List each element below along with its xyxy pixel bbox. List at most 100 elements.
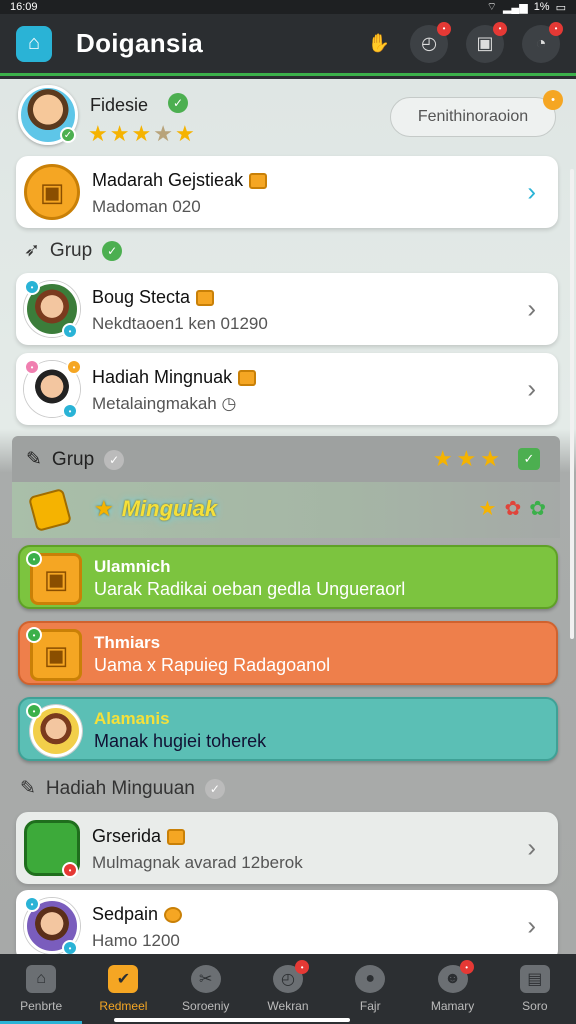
nav-label: Redmeel xyxy=(99,999,148,1013)
scrollbar[interactable] xyxy=(570,169,574,639)
nav-label: Fajr xyxy=(359,999,381,1013)
nav-item-tools[interactable]: ✂ Soroeniy xyxy=(165,954,247,1024)
highlight-banner[interactable]: ★ Minguiak ★ ✿ ✿ xyxy=(12,482,560,538)
profile-header: ✓ Fidesie ✓ ★ ★ ★ ★ ★ Fenithinoraoion • xyxy=(18,85,563,151)
message-icon[interactable]: ◔ • xyxy=(522,21,563,63)
gift-icon xyxy=(196,289,215,306)
checkbox-icon[interactable]: ✓ xyxy=(518,448,540,470)
item-subtitle: Hamo 1200 xyxy=(92,931,180,950)
chevron-right-icon[interactable]: › xyxy=(527,294,536,325)
compass-icon[interactable]: ◴ • xyxy=(410,21,451,63)
item-title: Sedpain xyxy=(92,904,159,924)
status-time: 16:09 xyxy=(10,1,38,13)
status-bar: 16:09 ⌔ ▂▄▆ 1% ▭ xyxy=(0,0,576,14)
nav-label: Soroeniy xyxy=(182,999,230,1013)
item-subtitle: Nekdtaoen1 ken 01290 xyxy=(92,314,268,333)
battery-level: 1% xyxy=(533,1,550,13)
section-header: ➶ Grup ✓ xyxy=(24,239,123,262)
nav-label: Wekran xyxy=(267,999,309,1013)
hand-icon[interactable]: ✋ xyxy=(366,25,392,63)
notification-dot: • xyxy=(493,21,507,36)
treasure-box-icon: ▣ xyxy=(24,164,80,220)
gift-icon xyxy=(167,828,186,845)
list-item[interactable]: • Alamanis Manak hugiei toherek xyxy=(18,697,558,761)
coin-icon xyxy=(164,906,183,923)
nav-item-explore[interactable]: ◴ • Wekran xyxy=(247,954,329,1024)
notification-badge-icon: • xyxy=(543,90,563,110)
badge-icon: • xyxy=(62,862,78,878)
clipboard-icon: ✔ xyxy=(108,965,139,993)
item-title: Madarah Gejstieak xyxy=(92,170,244,190)
pin-icon: ✎ xyxy=(26,449,42,470)
rating-stars: ★ ★ ★ ★ ★ xyxy=(88,121,195,147)
gift-icon xyxy=(238,369,257,386)
list-item[interactable]: ▣ • Thmiars Uama x Rapuieg Radagoanol xyxy=(18,621,558,685)
list-item[interactable]: ▣ • Ulamnich Uarak Radikai oeban gedla U… xyxy=(18,545,558,609)
verified-check-icon: ✓ xyxy=(204,778,225,799)
nav-item-chat[interactable]: ● Fajr xyxy=(329,954,411,1024)
key-icon xyxy=(27,487,73,533)
chat-bubble-icon: ● xyxy=(355,965,386,993)
verified-check-icon: ✓ xyxy=(104,449,125,470)
item-title: Alamanis xyxy=(94,709,170,728)
nav-item-home[interactable]: ⌂ Penbrte xyxy=(0,954,82,1024)
nav-item-more[interactable]: ▤ Soro xyxy=(494,954,576,1024)
rating-stars: ★★★ xyxy=(432,446,504,471)
app-title: Doigansia xyxy=(76,28,203,58)
star-icon: ★ xyxy=(88,121,108,146)
nav-label: Penbrte xyxy=(20,999,63,1013)
nav-item-profile[interactable]: ☻ • Mamary xyxy=(411,954,493,1024)
home-icon: ⌂ xyxy=(26,965,57,993)
list-item[interactable]: • • Boug Stecta Nekdtaoen1 ken 01290 › xyxy=(16,273,558,345)
item-title: Boug Stecta xyxy=(92,287,191,307)
item-subtitle: Mulmagnak avarad 12berok xyxy=(92,853,303,872)
profile-name: Fidesie xyxy=(90,95,149,115)
star-icon: ★ xyxy=(94,496,114,521)
group-label: Grup xyxy=(51,448,95,470)
bottom-nav: ⌂ Penbrte ✔ Redmeel ✂ Soroeniy ◴ • Wekra… xyxy=(0,954,576,1024)
section-label: Hadiah Minguuan xyxy=(45,777,195,799)
item-subtitle: Uarak Radikai oeban gedla Ungueraorl xyxy=(94,579,406,599)
banner-label: Minguiak xyxy=(121,496,218,521)
signal-icon: ▂▄▆ xyxy=(502,1,528,14)
badge-icon: • xyxy=(24,896,40,912)
verified-check-icon: ✓ xyxy=(168,93,188,113)
chevron-right-icon[interactable]: › xyxy=(527,374,536,405)
list-item[interactable]: • Grserida Mulmagnak avarad 12berok › xyxy=(16,812,558,884)
item-title: Hadiah Mingnuak xyxy=(92,367,233,387)
chevron-right-icon[interactable]: › xyxy=(527,177,536,208)
item-subtitle: Metalaingmakah xyxy=(92,394,217,413)
star-icon: ★ xyxy=(478,498,497,520)
chevron-right-icon[interactable]: › xyxy=(527,833,536,864)
home-logo-icon[interactable]: ⌂ xyxy=(16,25,52,62)
nav-item-rewards[interactable]: ✔ Redmeel xyxy=(82,954,164,1024)
tools-icon: ✂ xyxy=(190,965,221,993)
star-icon: ★ xyxy=(153,121,173,146)
notification-dot: • xyxy=(437,21,451,36)
list-item[interactable]: • • Sedpain Hamo 1200 › xyxy=(16,890,558,954)
notification-dot: • xyxy=(549,21,563,36)
badge-icon: • xyxy=(62,323,78,339)
notification-dot: • xyxy=(295,960,310,974)
chevron-right-icon[interactable]: › xyxy=(527,911,536,942)
clock-icon: ◷ xyxy=(221,394,237,413)
badge-icon: • xyxy=(24,279,40,295)
main-content[interactable]: ✓ Fidesie ✓ ★ ★ ★ ★ ★ Fenithinoraoion • … xyxy=(0,79,576,954)
badge-icon: • xyxy=(66,359,82,375)
notification-dot: • xyxy=(459,960,474,974)
battery-icon: ▭ xyxy=(555,1,566,14)
item-subtitle: Madoman 020 xyxy=(92,197,201,216)
group-header[interactable]: ✎ Grup ✓ ★★★ ✓ xyxy=(12,436,560,482)
home-indicator[interactable] xyxy=(114,1018,350,1022)
badge-icon: • xyxy=(26,703,42,719)
list-item[interactable]: ▣ Madarah Gejstieak Madoman 020 › xyxy=(16,156,558,228)
badge-icon: • xyxy=(62,940,78,954)
nav-label: Mamary xyxy=(430,999,475,1013)
star-icon: ★ xyxy=(109,121,130,146)
item-title: Grserida xyxy=(92,826,162,846)
verified-badge-icon: ✓ xyxy=(60,127,76,143)
list-item[interactable]: • • • Hadiah Mingnuak Metalaingmakah ◷ › xyxy=(16,353,558,425)
star-icon: ★ xyxy=(174,121,195,146)
profile-action-button[interactable]: Fenithinoraoion • xyxy=(390,90,563,137)
chat-icon[interactable]: ▣ • xyxy=(466,21,507,63)
